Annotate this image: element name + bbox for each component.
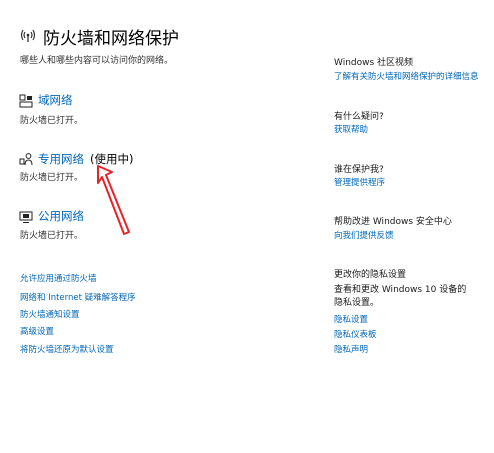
- public-network-link[interactable]: 公用网络: [38, 208, 84, 224]
- public-network-status: 防火墙已打开。: [20, 231, 84, 241]
- learn-more-firewall-link[interactable]: 了解有关防火墙和网络保护的详细信息: [334, 70, 479, 82]
- advanced-settings-link[interactable]: 高级设置: [20, 325, 54, 337]
- get-help-link[interactable]: 获取帮助: [334, 123, 368, 135]
- wifi-antenna-icon: [20, 29, 36, 42]
- private-network-status: 防火墙已打开。: [20, 173, 84, 183]
- page-subtitle: 哪些人和哪些内容可以访问你的网络。: [20, 56, 174, 66]
- restore-firewall-defaults-link[interactable]: 将防火墙还原为默认设置: [20, 343, 114, 355]
- firewall-notification-settings-link[interactable]: 防火墙通知设置: [20, 308, 80, 320]
- improve-security-center-heading: 帮助改进 Windows 安全中心: [334, 217, 452, 227]
- community-videos-heading: Windows 社区视频: [334, 58, 414, 68]
- network-troubleshooter-link[interactable]: 网络和 Internet 疑难解答程序: [20, 291, 136, 303]
- privacy-heading: 更改你的隐私设置: [334, 270, 407, 280]
- red-arrow-annotation: [97, 165, 130, 235]
- privacy-statement-link[interactable]: 隐私声明: [334, 343, 368, 355]
- allow-app-through-firewall-link[interactable]: 允许应用通过防火墙: [20, 272, 97, 284]
- question-heading: 有什么疑问?: [334, 112, 384, 122]
- give-feedback-link[interactable]: 向我们提供反馈: [334, 229, 394, 241]
- private-network-link[interactable]: 专用网络: [38, 151, 84, 167]
- domain-network-status: 防火墙已打开。: [20, 116, 84, 126]
- domain-network-icon: [19, 94, 33, 108]
- manage-providers-link[interactable]: 管理提供程序: [334, 176, 385, 188]
- privacy-description: 查看和更改 Windows 10 设备的隐私设置。: [334, 285, 467, 308]
- public-network-icon: [19, 211, 33, 223]
- page-title: 防火墙和网络保护: [43, 29, 179, 49]
- private-network-icon: [19, 153, 33, 166]
- who-protects-heading: 谁在保护我?: [334, 165, 384, 175]
- privacy-dashboard-link[interactable]: 隐私仪表板: [334, 328, 377, 340]
- privacy-settings-link[interactable]: 隐私设置: [334, 313, 368, 325]
- domain-network-link[interactable]: 域网络: [38, 92, 73, 108]
